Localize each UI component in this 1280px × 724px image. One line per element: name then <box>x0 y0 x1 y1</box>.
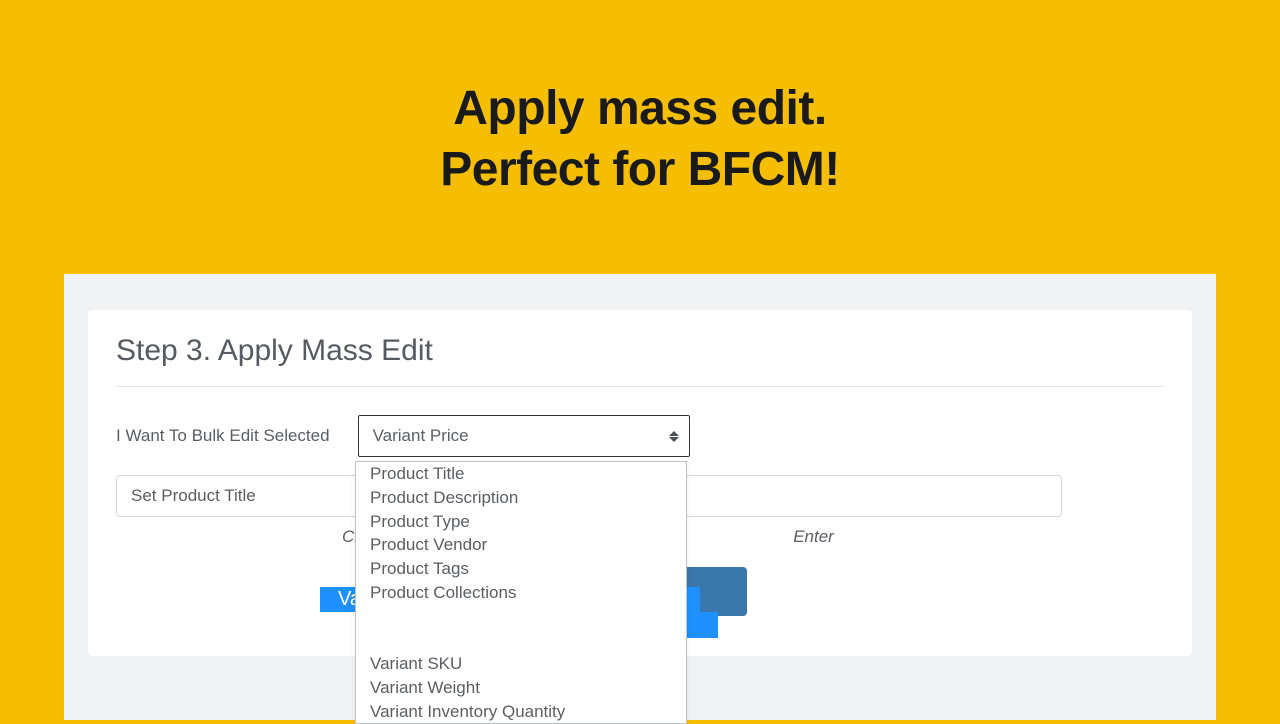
select-value: Variant Price <box>373 426 469 446</box>
dropdown-option[interactable]: Product Tags <box>356 557 686 581</box>
bulk-edit-dropdown[interactable]: Product Title Product Description Produc… <box>355 461 687 724</box>
dropdown-option[interactable]: Product Vendor <box>356 533 686 557</box>
dropdown-option[interactable]: Product Description <box>356 486 686 510</box>
hero-line-2: Perfect for BFCM! <box>440 143 840 196</box>
dropdown-option[interactable]: Variant SKU <box>356 652 686 676</box>
field-label: I Want To Bulk Edit Selected <box>116 426 330 446</box>
field-row: I Want To Bulk Edit Selected Variant Pri… <box>116 415 1164 457</box>
dropdown-option[interactable]: Product Collections <box>356 581 686 605</box>
dropdown-option[interactable]: Product Type <box>356 510 686 534</box>
dropdown-option[interactable]: Variant Weight <box>356 676 686 700</box>
step-title: Step 3. Apply Mass Edit <box>116 334 1164 387</box>
input-placeholder: Set Product Title <box>131 486 256 506</box>
hero-heading: Apply mass edit. Perfect for BFCM! <box>0 0 1280 201</box>
bulk-edit-select[interactable]: Variant Price <box>358 415 690 457</box>
dropdown-option[interactable]: Product Title <box>356 462 686 486</box>
hint-right: Enter <box>793 527 834 547</box>
hero-line-1: Apply mass edit. <box>453 82 826 135</box>
select-arrows-icon <box>669 428 679 444</box>
